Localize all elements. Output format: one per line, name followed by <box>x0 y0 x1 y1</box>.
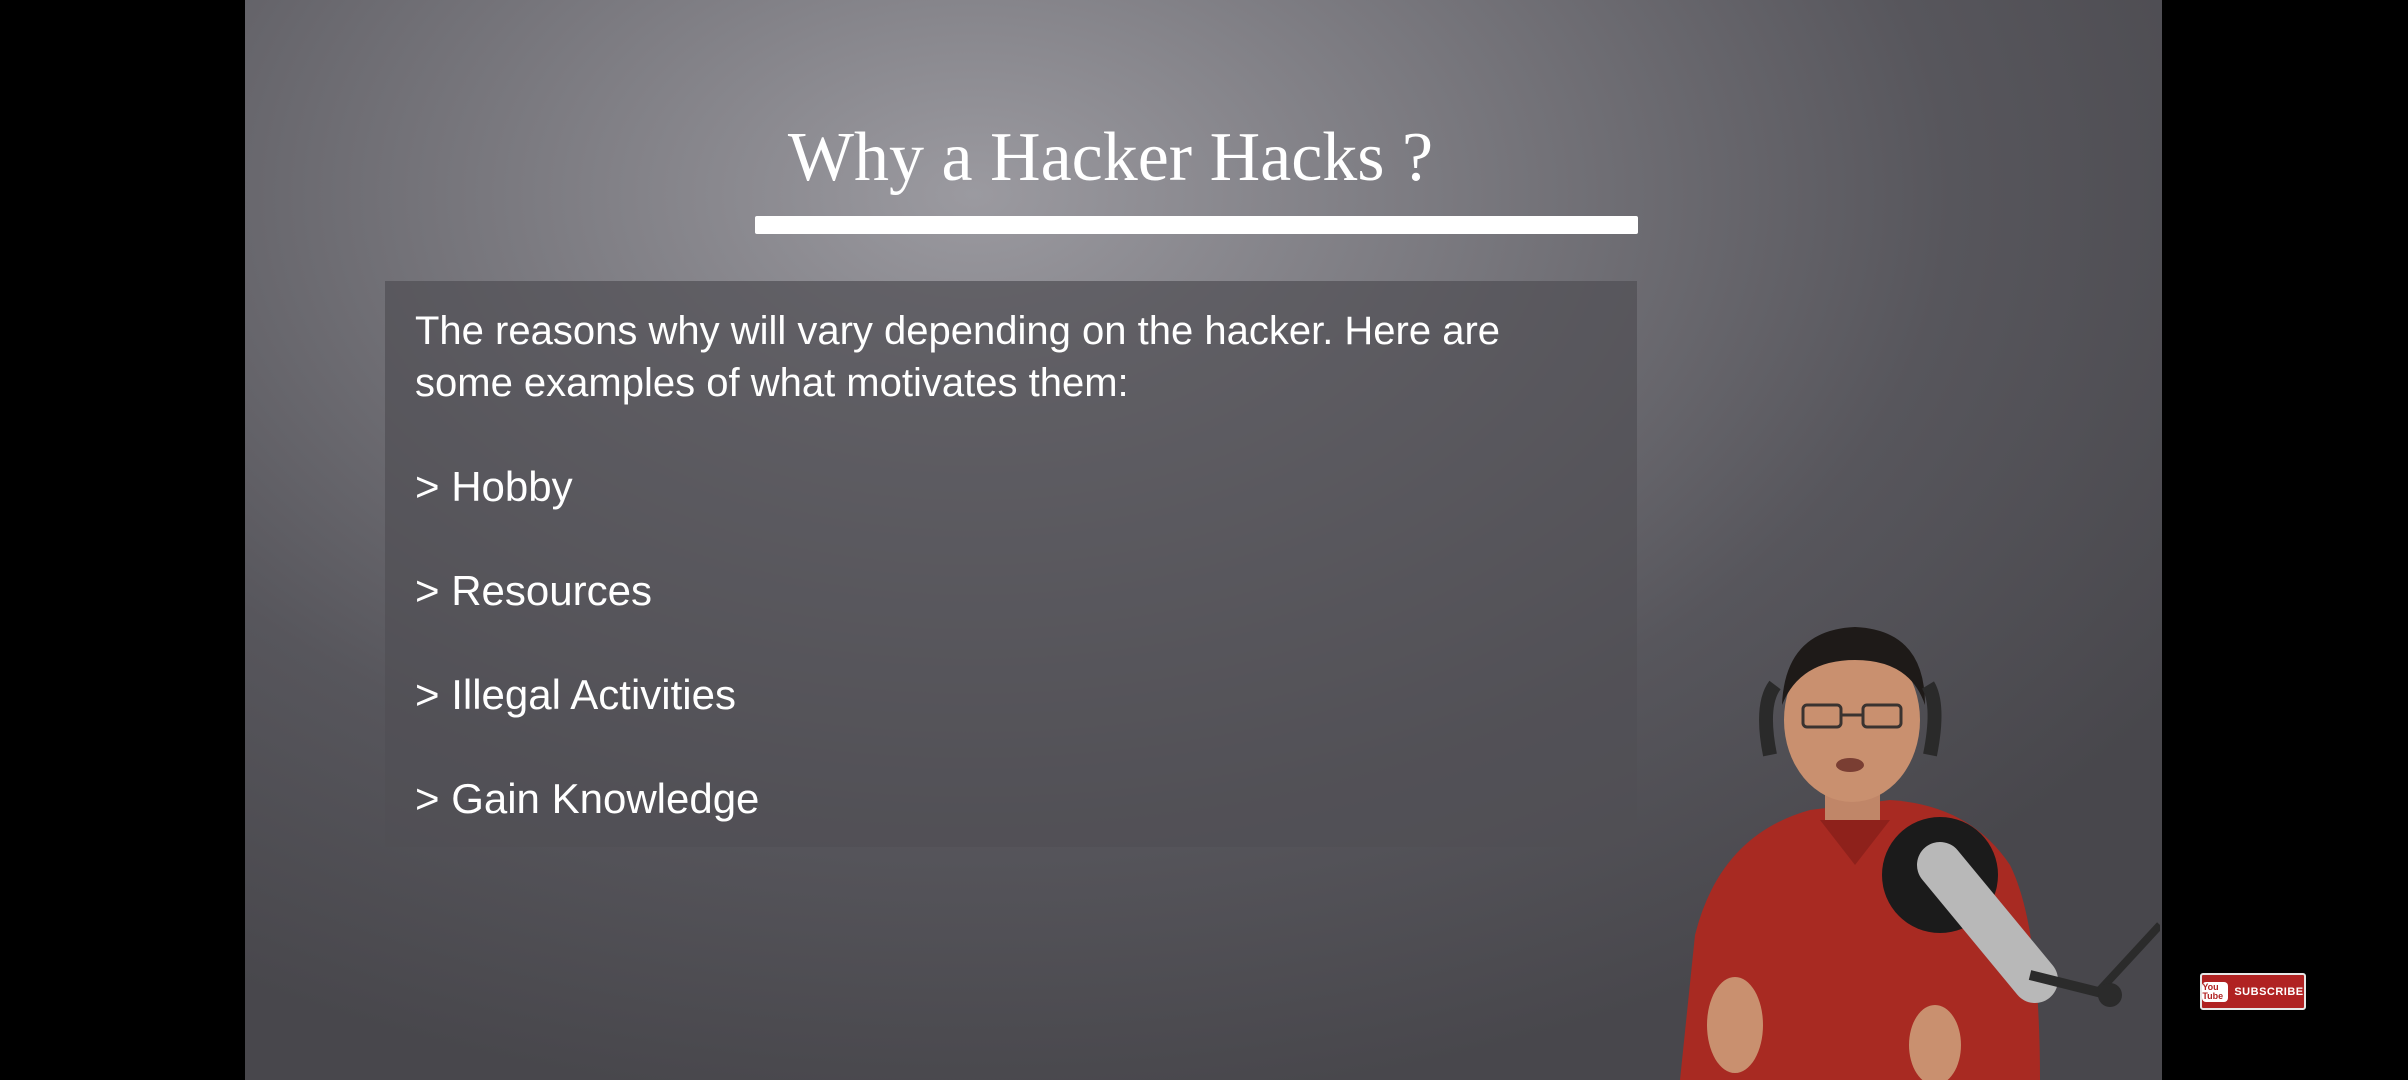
slide-title: Why a Hacker Hacks ? <box>787 119 1434 196</box>
list-item: > Resources <box>415 567 652 614</box>
youtube-icon: You Tube <box>2202 981 2229 1002</box>
presenter-with-microphone <box>1680 627 2160 1080</box>
video-player-frame[interactable]: Why a Hacker Hacks ? The reasons why wil… <box>245 0 2162 1080</box>
slide-intro-text: The reasons why will vary depending on t… <box>415 309 1501 405</box>
list-item: > Hobby <box>415 463 573 510</box>
list-item: > Illegal Activities <box>415 671 736 718</box>
motivation-list: > Hobby > Resources > Illegal Activities… <box>415 461 1607 877</box>
slide-content-box: The reasons why will vary depending on t… <box>385 281 1637 847</box>
subscribe-button[interactable]: You Tube SUBSCRIBE <box>2200 973 2306 1010</box>
title-underline <box>755 216 1638 234</box>
list-item: > Gain Knowledge <box>415 775 760 822</box>
subscribe-label: SUBSCRIBE <box>2234 985 2304 998</box>
